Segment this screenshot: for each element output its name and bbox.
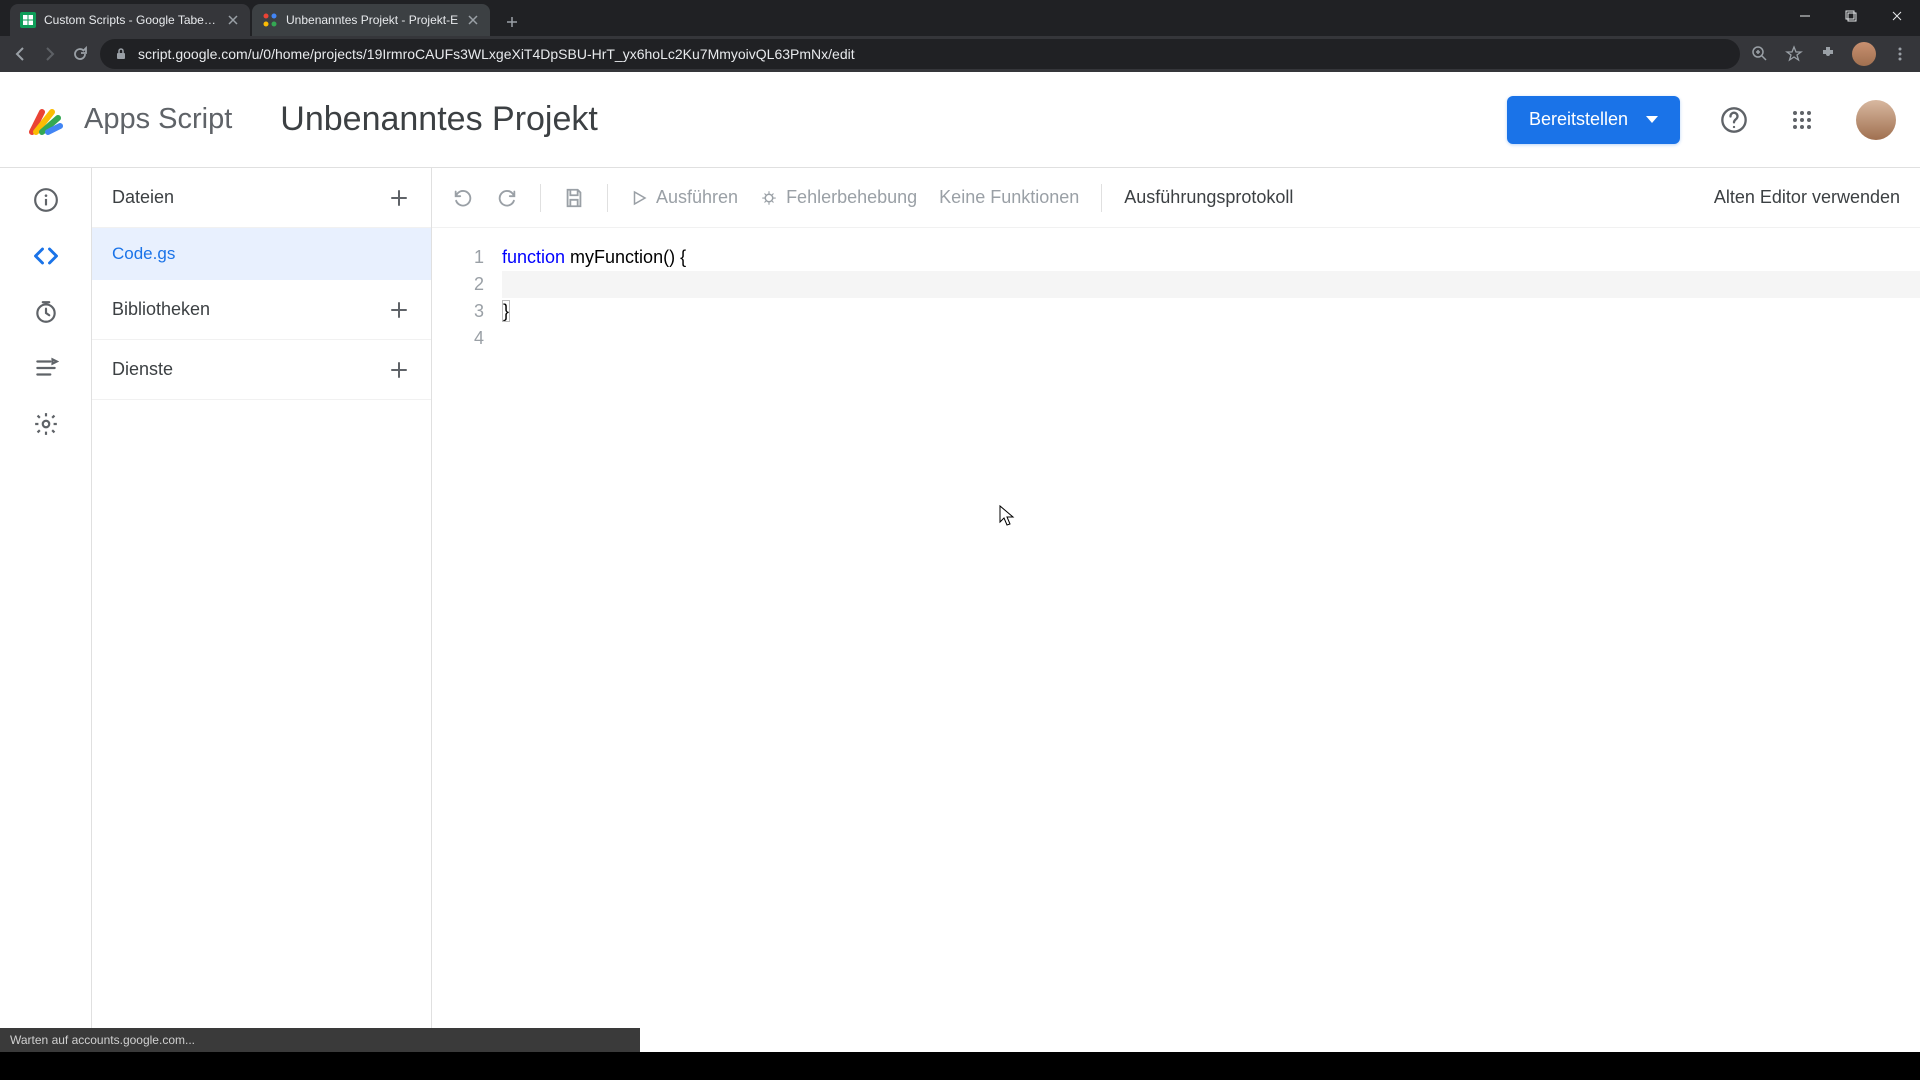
deploy-button[interactable]: Bereitstellen xyxy=(1507,96,1680,144)
line-number: 4 xyxy=(432,325,484,352)
files-section-header: Dateien xyxy=(92,168,431,228)
minimize-button[interactable] xyxy=(1782,0,1828,32)
services-section-header: Dienste xyxy=(92,340,431,400)
divider xyxy=(607,184,608,212)
code-line xyxy=(502,325,1920,352)
overview-icon[interactable] xyxy=(32,186,60,214)
zoom-icon[interactable] xyxy=(1750,44,1770,64)
libraries-section-header: Bibliotheken xyxy=(92,280,431,340)
deploy-label: Bereitstellen xyxy=(1529,109,1628,130)
undo-button[interactable] xyxy=(452,187,474,209)
redo-button[interactable] xyxy=(496,187,518,209)
add-file-button[interactable] xyxy=(387,186,411,210)
divider xyxy=(1101,184,1102,212)
editor-column: Ausführen Fehlerbehebung Keine Funktione… xyxy=(432,168,1920,1052)
status-text: Warten auf accounts.google.com... xyxy=(10,1033,195,1047)
forward-button[interactable] xyxy=(40,44,60,64)
add-service-button[interactable] xyxy=(387,358,411,382)
editor-toolbar: Ausführen Fehlerbehebung Keine Funktione… xyxy=(432,168,1920,228)
code-line: function myFunction() { xyxy=(502,244,1920,271)
tab-title: Unbenanntes Projekt - Projekt-E xyxy=(286,13,458,27)
save-button[interactable] xyxy=(563,187,585,209)
maximize-button[interactable] xyxy=(1828,0,1874,32)
executions-icon[interactable] xyxy=(32,354,60,382)
window-controls xyxy=(1782,0,1920,32)
taskbar xyxy=(0,1052,1920,1080)
run-label: Ausführen xyxy=(656,187,738,208)
help-icon[interactable] xyxy=(1720,106,1748,134)
execution-log-button[interactable]: Ausführungsprotokoll xyxy=(1124,187,1293,208)
account-avatar[interactable] xyxy=(1856,100,1896,140)
divider xyxy=(540,184,541,212)
reload-button[interactable] xyxy=(70,44,90,64)
close-window-button[interactable] xyxy=(1874,0,1920,32)
tab-title: Custom Scripts - Google Tabellen xyxy=(44,13,218,27)
debug-label: Fehlerbehebung xyxy=(786,187,917,208)
main-area: Dateien Code.gs Bibliotheken Dienste Aus… xyxy=(0,168,1920,1052)
code-line: } xyxy=(502,298,1920,325)
function-selector[interactable]: Keine Funktionen xyxy=(939,187,1079,208)
code-editor[interactable]: 1 2 3 4 function myFunction() { } xyxy=(432,228,1920,1052)
lock-icon xyxy=(114,47,128,61)
use-old-editor-link[interactable]: Alten Editor verwenden xyxy=(1714,187,1900,208)
left-rail xyxy=(0,168,92,1052)
code-line xyxy=(502,271,1920,298)
browser-chrome: Custom Scripts - Google Tabellen Unbenan… xyxy=(0,0,1920,72)
browser-tab[interactable]: Unbenanntes Projekt - Projekt-E xyxy=(252,4,490,36)
address-bar: script.google.com/u/0/home/projects/19Ir… xyxy=(0,36,1920,72)
triggers-icon[interactable] xyxy=(32,298,60,326)
app-name: Apps Script xyxy=(84,103,232,136)
file-item[interactable]: Code.gs xyxy=(92,228,431,280)
libraries-label: Bibliotheken xyxy=(112,299,210,320)
run-button[interactable]: Ausführen xyxy=(630,187,738,208)
debug-button[interactable]: Fehlerbehebung xyxy=(760,187,917,208)
status-bar: Warten auf accounts.google.com... xyxy=(0,1028,640,1052)
add-library-button[interactable] xyxy=(387,298,411,322)
apps-script-logo-icon xyxy=(24,100,64,140)
apps-grid-icon[interactable] xyxy=(1788,106,1816,134)
line-gutter: 1 2 3 4 xyxy=(432,244,502,1052)
menu-icon[interactable] xyxy=(1890,44,1910,64)
new-tab-button[interactable] xyxy=(498,8,526,36)
apps-script-icon xyxy=(262,12,278,28)
settings-icon[interactable] xyxy=(32,410,60,438)
close-icon[interactable] xyxy=(466,13,480,27)
line-number: 2 xyxy=(432,271,484,298)
tab-bar: Custom Scripts - Google Tabellen Unbenan… xyxy=(0,0,1920,36)
profile-avatar[interactable] xyxy=(1852,42,1876,66)
editor-icon[interactable] xyxy=(32,242,60,270)
chevron-down-icon xyxy=(1646,116,1658,123)
line-number: 3 xyxy=(432,298,484,325)
file-name: Code.gs xyxy=(112,244,175,264)
line-number: 1 xyxy=(432,244,484,271)
code-lines: function myFunction() { } xyxy=(502,244,1920,1052)
project-title[interactable]: Unbenanntes Projekt xyxy=(280,100,598,139)
extensions-icon[interactable] xyxy=(1818,44,1838,64)
bookmark-icon[interactable] xyxy=(1784,44,1804,64)
services-label: Dienste xyxy=(112,359,173,380)
url-field[interactable]: script.google.com/u/0/home/projects/19Ir… xyxy=(100,39,1740,69)
url-text: script.google.com/u/0/home/projects/19Ir… xyxy=(138,46,855,62)
sheets-icon xyxy=(20,12,36,28)
files-panel: Dateien Code.gs Bibliotheken Dienste xyxy=(92,168,432,1052)
back-button[interactable] xyxy=(10,44,30,64)
app-header: Apps Script Unbenanntes Projekt Bereitst… xyxy=(0,72,1920,168)
browser-tab[interactable]: Custom Scripts - Google Tabellen xyxy=(10,4,250,36)
close-icon[interactable] xyxy=(226,13,240,27)
files-label: Dateien xyxy=(112,187,174,208)
